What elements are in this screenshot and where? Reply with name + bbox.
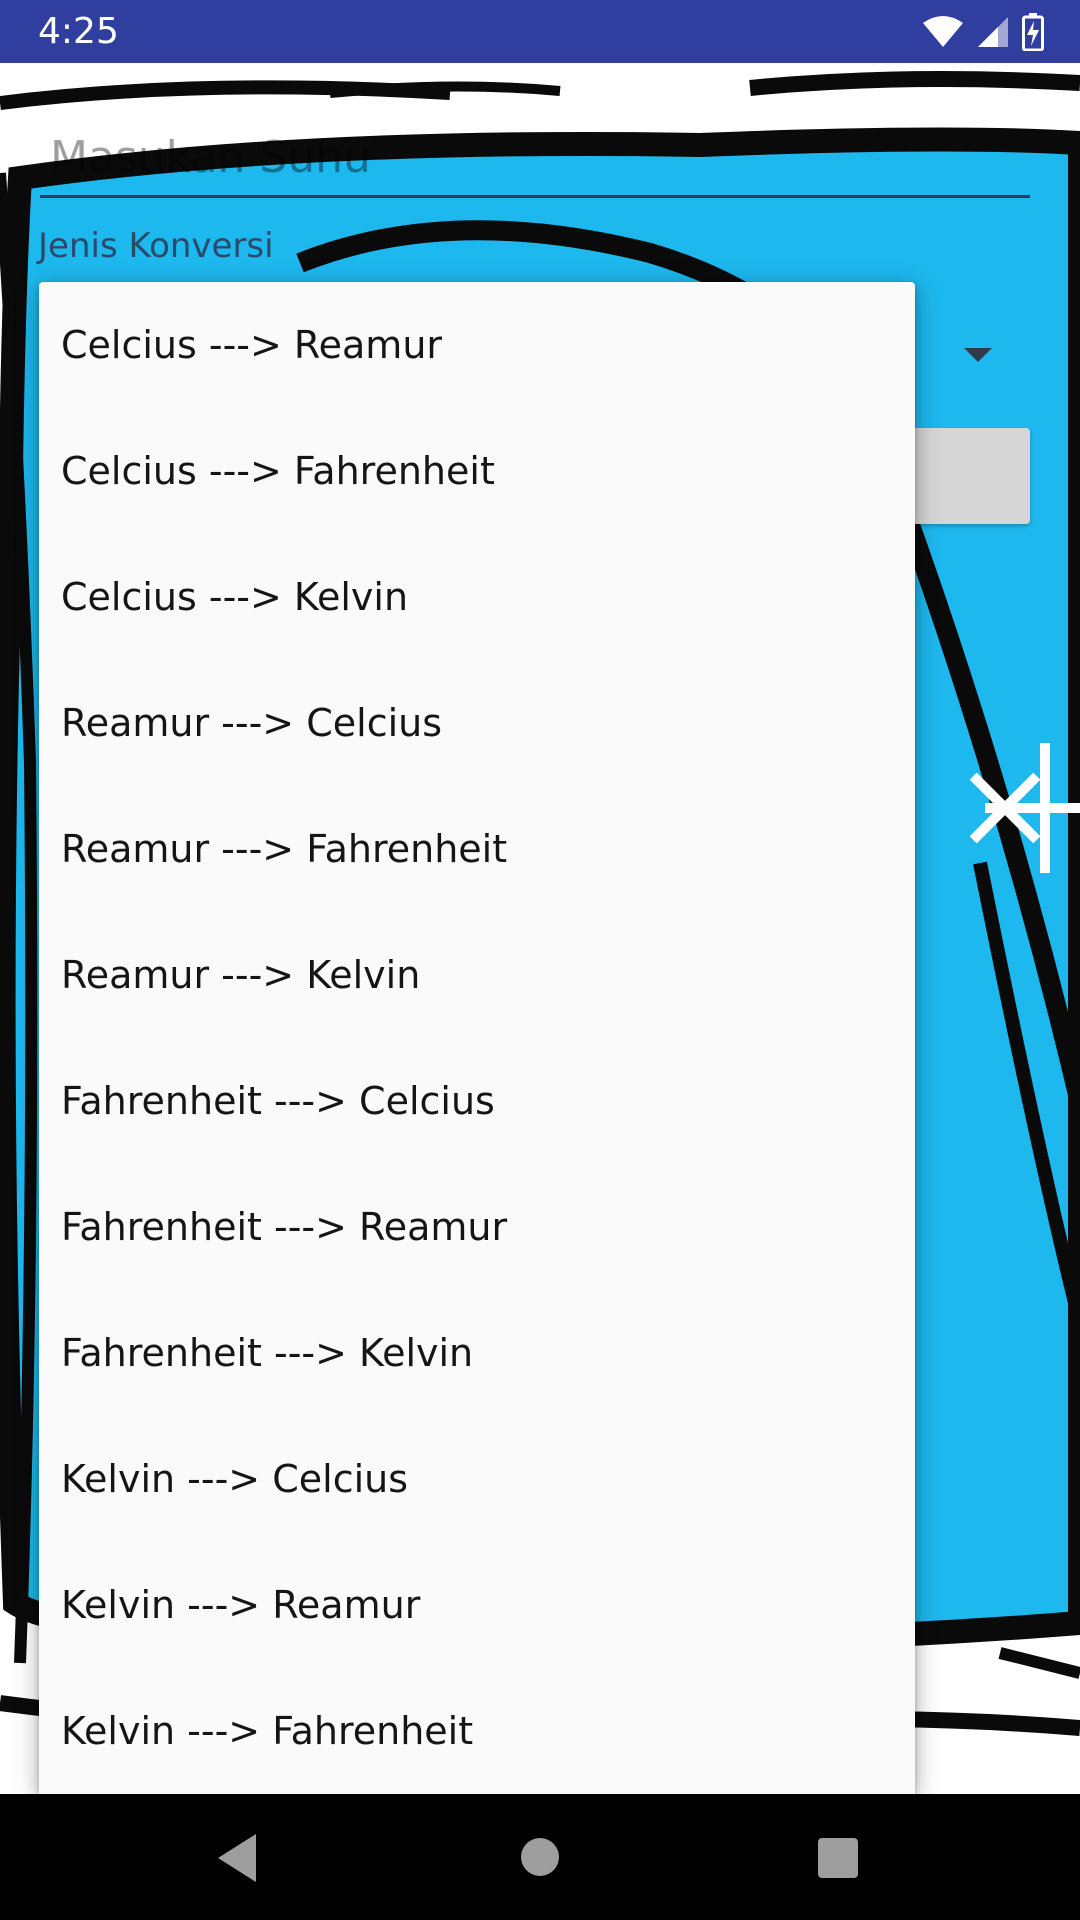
home-icon[interactable] [521, 1838, 559, 1876]
dropdown-item-fahrenheit-reamur[interactable]: Fahrenheit ---> Reamur [39, 1164, 915, 1290]
conversion-type-label: Jenis Konversi [38, 226, 274, 266]
dropdown-item-celcius-fahrenheit[interactable]: Celcius ---> Fahrenheit [39, 408, 915, 534]
recents-icon[interactable] [818, 1838, 858, 1878]
dropdown-item-fahrenheit-celcius[interactable]: Fahrenheit ---> Celcius [39, 1038, 915, 1164]
dropdown-item-kelvin-celcius[interactable]: Kelvin ---> Celcius [39, 1416, 915, 1542]
dropdown-item-kelvin-fahrenheit[interactable]: Kelvin ---> Fahrenheit [39, 1668, 915, 1794]
input-underline [40, 195, 1030, 198]
wifi-icon [923, 16, 963, 47]
dropdown-item-celcius-kelvin[interactable]: Celcius ---> Kelvin [39, 534, 915, 660]
navigation-bar [0, 1794, 1080, 1920]
status-bar: 4:25 [0, 0, 1080, 63]
app-screen: 4:25 Masukan Suhu Jenis Konversi Celcius… [0, 0, 1080, 1920]
dropdown-item-celcius-reamur[interactable]: Celcius ---> Reamur [39, 282, 915, 408]
dropdown-arrow-icon[interactable] [964, 348, 992, 362]
back-icon[interactable] [218, 1834, 256, 1882]
dropdown-item-fahrenheit-kelvin[interactable]: Fahrenheit ---> Kelvin [39, 1290, 915, 1416]
dropdown-item-reamur-kelvin[interactable]: Reamur ---> Kelvin [39, 912, 915, 1038]
status-icons [922, 12, 1044, 52]
dropdown-item-kelvin-reamur[interactable]: Kelvin ---> Reamur [39, 1542, 915, 1668]
battery-charging-icon [1022, 13, 1044, 51]
temperature-input[interactable]: Masukan Suhu [50, 132, 371, 183]
status-time: 4:25 [38, 11, 119, 52]
dropdown-item-reamur-celcius[interactable]: Reamur ---> Celcius [39, 660, 915, 786]
dropdown-item-reamur-fahrenheit[interactable]: Reamur ---> Fahrenheit [39, 786, 915, 912]
conversion-dropdown-list: Celcius ---> Reamur Celcius ---> Fahrenh… [39, 282, 915, 1794]
cellular-signal-icon [978, 17, 1008, 47]
